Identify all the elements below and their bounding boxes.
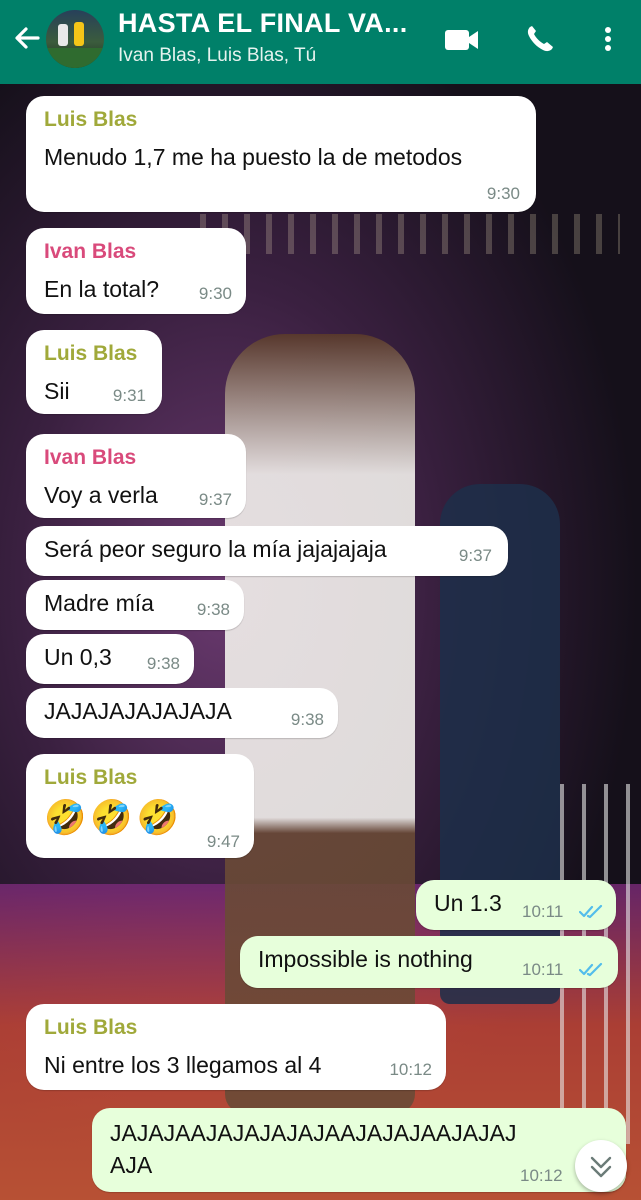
sender-name: Luis Blas bbox=[44, 766, 138, 789]
message-list[interactable]: Luis Blas Menudo 1,7 me ha puesto la de … bbox=[0, 84, 641, 1200]
video-camera-icon bbox=[445, 30, 478, 50]
message-text: Será peor seguro la mía jajajajaja bbox=[44, 536, 387, 562]
phone-icon bbox=[527, 26, 553, 52]
video-call-button[interactable] bbox=[440, 20, 484, 60]
emoji-message: 🤣🤣🤣 bbox=[44, 799, 184, 837]
sender-name: Luis Blas bbox=[44, 108, 138, 131]
group-title[interactable]: HASTA EL FINAL VA... bbox=[118, 8, 418, 39]
back-button[interactable] bbox=[8, 18, 48, 58]
message-text: Madre mía bbox=[44, 590, 154, 616]
message-incoming[interactable]: Luis Blas Ni entre los 3 llegamos al 4 1… bbox=[26, 1004, 446, 1090]
message-time: 9:38 bbox=[146, 654, 180, 673]
message-time: 10:12 bbox=[520, 1166, 563, 1185]
read-receipt-icon bbox=[579, 904, 603, 919]
message-incoming[interactable]: Ivan Blas En la total? 9:30 bbox=[26, 228, 246, 314]
message-time: 10:12 bbox=[389, 1060, 432, 1079]
read-receipt-icon bbox=[579, 962, 603, 977]
chat-header: HASTA EL FINAL VA... Ivan Blas, Luis Bla… bbox=[0, 0, 641, 84]
message-incoming[interactable]: JAJAJAJAJAJAJA 9:38 bbox=[26, 688, 338, 738]
message-text: Impossible is nothing bbox=[258, 946, 473, 972]
message-time: 9:47 bbox=[206, 832, 240, 851]
message-time: 9:38 bbox=[196, 600, 230, 619]
message-incoming[interactable]: Luis Blas 🤣🤣🤣 9:47 bbox=[26, 754, 254, 858]
message-text-line-1: JAJAJAAJAJAJAJAJAAJAJAJAAJAJAJ bbox=[110, 1120, 517, 1146]
sender-name: Luis Blas bbox=[44, 342, 138, 365]
message-text: Un 1.3 bbox=[434, 890, 502, 916]
group-members[interactable]: Ivan Blas, Luis Blas, Tú bbox=[118, 45, 316, 67]
voice-call-button[interactable] bbox=[518, 20, 562, 60]
message-outgoing[interactable]: JAJAJAAJAJAJAJAJAAJAJAJAAJAJAJ AJA 10:12 bbox=[92, 1108, 626, 1192]
message-incoming[interactable]: Ivan Blas Voy a verla 9:37 bbox=[26, 434, 246, 518]
more-vertical-icon bbox=[605, 27, 611, 51]
message-text: JAJAJAJAJAJAJA bbox=[44, 698, 232, 724]
message-time: 9:31 bbox=[112, 386, 146, 405]
sender-name: Luis Blas bbox=[44, 1016, 138, 1039]
sender-name: Ivan Blas bbox=[44, 240, 137, 263]
message-text: Menudo 1,7 me ha puesto la de metodos bbox=[44, 144, 463, 170]
message-text-line-2: AJA bbox=[110, 1152, 153, 1178]
message-text: En la total? bbox=[44, 276, 160, 302]
message-incoming[interactable]: Un 0,3 9:38 bbox=[26, 634, 194, 684]
message-text: Sii bbox=[44, 378, 70, 404]
message-time: 9:38 bbox=[290, 710, 324, 729]
message-time: 9:30 bbox=[198, 284, 232, 303]
arrow-left-icon bbox=[15, 27, 40, 49]
message-time: 10:11 bbox=[522, 960, 564, 979]
more-options-button[interactable] bbox=[588, 20, 628, 60]
group-avatar[interactable] bbox=[46, 10, 104, 68]
message-outgoing[interactable]: Impossible is nothing 10:11 bbox=[240, 936, 618, 988]
message-incoming[interactable]: Madre mía 9:38 bbox=[26, 580, 244, 630]
double-chevron-down-icon bbox=[590, 1156, 612, 1178]
message-text: Ni entre los 3 llegamos al 4 bbox=[44, 1052, 322, 1078]
message-incoming[interactable]: Será peor seguro la mía jajajajaja 9:37 bbox=[26, 526, 508, 576]
message-text: Un 0,3 bbox=[44, 644, 112, 670]
sender-name: Ivan Blas bbox=[44, 446, 137, 469]
message-outgoing[interactable]: Un 1.3 10:11 bbox=[416, 880, 616, 930]
message-incoming[interactable]: Luis Blas Sii 9:31 bbox=[26, 330, 162, 414]
message-time: 9:37 bbox=[458, 546, 492, 565]
message-time: 10:11 bbox=[522, 902, 564, 921]
message-time: 9:30 bbox=[486, 184, 520, 203]
message-time: 9:37 bbox=[198, 490, 232, 509]
message-text: Voy a verla bbox=[44, 482, 158, 508]
scroll-to-bottom-button[interactable] bbox=[575, 1140, 627, 1192]
message-incoming[interactable]: Luis Blas Menudo 1,7 me ha puesto la de … bbox=[26, 96, 536, 212]
